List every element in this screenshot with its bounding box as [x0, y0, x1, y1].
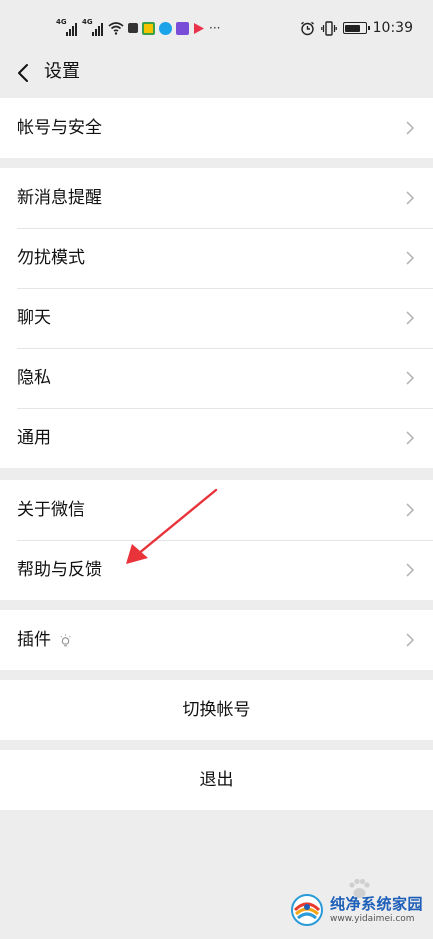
- stop-app-icon: [128, 23, 138, 33]
- chevron-right-icon: [406, 503, 415, 517]
- menu-item-privacy[interactable]: 隐私: [0, 348, 433, 408]
- menu-item-new-message[interactable]: 新消息提醒: [0, 168, 433, 228]
- back-button[interactable]: [10, 58, 36, 88]
- menu-item-label: 关于微信: [17, 500, 85, 520]
- network-type-2: 4G: [82, 18, 93, 26]
- wifi-icon: [108, 22, 124, 35]
- chevron-right-icon: [406, 311, 415, 325]
- logout-label: 退出: [199, 770, 234, 790]
- menu-item-label: 新消息提醒: [17, 188, 102, 208]
- group-logout: 退出: [0, 750, 433, 810]
- chevron-right-icon: [406, 251, 415, 265]
- watermark-url: www.yidaimei.com: [330, 914, 415, 924]
- battery-icon: [342, 22, 370, 34]
- menu-item-label: 聊天: [17, 308, 51, 328]
- menu-item-label: 插件: [17, 630, 51, 650]
- watermark-name: 纯净系统家园: [330, 895, 424, 913]
- status-bar: 4G 4G ··· 10:39: [0, 0, 433, 56]
- switch-account-label: 切换帐号: [182, 700, 251, 720]
- menu-item-chat[interactable]: 聊天: [0, 288, 433, 348]
- group-preferences: 新消息提醒 勿扰模式 聊天 隐私 通用: [0, 168, 433, 468]
- plugin-bulb-icon: [60, 634, 71, 646]
- signal-1-icon: 4G: [56, 18, 78, 36]
- more-notifications-icon: ···: [209, 21, 221, 35]
- chevron-right-icon: [406, 121, 415, 135]
- menu-item-do-not-disturb[interactable]: 勿扰模式: [0, 228, 433, 288]
- menu-item-label: 勿扰模式: [17, 248, 85, 268]
- signal-2-icon: 4G: [82, 18, 104, 36]
- group-about: 关于微信 帮助与反馈: [0, 480, 433, 600]
- status-left: 4G 4G ···: [56, 18, 220, 38]
- clock: 10:39: [372, 20, 413, 36]
- app-notification-green-icon: [142, 21, 155, 35]
- vibrate-icon: [320, 20, 337, 36]
- watermark-text: 纯净系统家园 www.yidaimei.com: [330, 895, 423, 925]
- app-notification-blue-icon: [159, 21, 172, 35]
- menu-item-label: 隐私: [17, 368, 51, 388]
- group-plugins: 插件: [0, 610, 433, 670]
- logout-button[interactable]: 退出: [0, 750, 433, 810]
- chevron-right-icon: [406, 633, 415, 647]
- switch-account-button[interactable]: 切换帐号: [0, 680, 433, 740]
- alarm-icon: [300, 21, 314, 35]
- chevron-right-icon: [406, 371, 415, 385]
- nav-bar: 设置: [0, 56, 433, 96]
- menu-item-about-wechat[interactable]: 关于微信: [0, 480, 433, 540]
- menu-item-account-security[interactable]: 帐号与安全: [0, 98, 433, 158]
- group-account: 帐号与安全: [0, 98, 433, 158]
- group-switch-account: 切换帐号: [0, 680, 433, 740]
- app-notification-purple-icon: [176, 21, 189, 35]
- menu-item-general[interactable]: 通用: [0, 408, 433, 468]
- menu-item-label: 帐号与安全: [17, 118, 102, 138]
- menu-item-label: 帮助与反馈: [17, 560, 102, 580]
- watermark: 纯净系统家园 www.yidaimei.com: [290, 885, 430, 935]
- network-type-1: 4G: [56, 18, 67, 26]
- menu-item-help-feedback[interactable]: 帮助与反馈: [0, 540, 433, 600]
- chevron-right-icon: [406, 431, 415, 445]
- status-right: 10:39: [300, 18, 413, 38]
- menu-item-plugins[interactable]: 插件: [0, 610, 433, 670]
- chevron-right-icon: [406, 563, 415, 577]
- menu-item-label: 通用: [17, 428, 51, 448]
- chevron-right-icon: [406, 191, 415, 205]
- app-notification-play-icon: [194, 22, 204, 34]
- page-title: 设置: [44, 61, 80, 82]
- watermark-logo-icon: [291, 894, 323, 926]
- back-chevron-icon: [18, 64, 28, 82]
